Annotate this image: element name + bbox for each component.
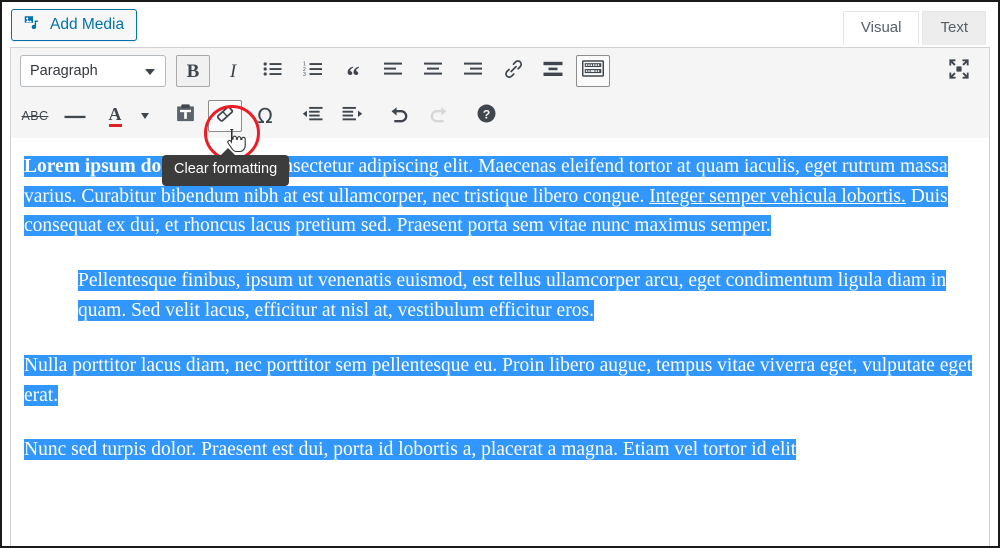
- paragraph-style-select[interactable]: Paragraph: [20, 55, 166, 87]
- text-color-icon: A: [108, 105, 122, 127]
- help-circle-icon: ?: [476, 103, 497, 129]
- increase-indent-button[interactable]: [335, 100, 369, 132]
- omega-icon: Ω: [257, 104, 273, 128]
- read-more-icon: [543, 61, 563, 82]
- editor-toolbar: Paragraph B I 1 2 3 “ ABC A Ω ?: [11, 48, 989, 139]
- editor-frame: Paragraph B I 1 2 3 “ ABC A Ω ? Lorem ip…: [10, 47, 990, 546]
- clipboard-paste-icon: [175, 103, 196, 129]
- selected-text-run: Nunc sed turpis dolor. Praesent est dui,…: [24, 439, 797, 461]
- bulleted-list-icon: [263, 61, 283, 82]
- read-more-button[interactable]: [536, 55, 570, 87]
- paragraph-style-value: Paragraph: [30, 63, 98, 79]
- post-body[interactable]: Lorem ipsum dolor sit amet, consectetur …: [24, 138, 976, 465]
- add-media-label: Add Media: [50, 16, 125, 34]
- distraction-free-writing-button[interactable]: [939, 54, 979, 88]
- align-center-icon: [423, 62, 443, 81]
- decrease-indent-button[interactable]: [295, 100, 329, 132]
- chevron-down-icon: [145, 69, 155, 75]
- undo-button[interactable]: [382, 100, 416, 132]
- outdent-icon: [302, 106, 323, 127]
- tab-text[interactable]: Text: [922, 11, 986, 45]
- text-color-dropdown-button[interactable]: [135, 100, 155, 132]
- toolbar-row-secondary: ABC A Ω ?: [11, 94, 989, 138]
- strikethrough-icon: ABC: [21, 109, 49, 123]
- tab-visual[interactable]: Visual: [842, 11, 920, 45]
- clear-formatting-tooltip: Clear formatting: [162, 148, 290, 186]
- align-right-button[interactable]: [456, 55, 490, 87]
- clear-formatting-button[interactable]: [208, 100, 242, 132]
- redo-arrow-icon: [428, 104, 450, 129]
- italic-button[interactable]: I: [216, 55, 250, 87]
- align-center-button[interactable]: [416, 55, 450, 87]
- text-color-button[interactable]: A: [98, 100, 132, 132]
- eraser-icon: [215, 104, 235, 129]
- add-media-button[interactable]: Add Media: [11, 9, 138, 41]
- italic-icon: I: [229, 60, 237, 82]
- horizontal-line-button[interactable]: [58, 100, 92, 132]
- inline-link-text[interactable]: Integer semper vehicula lobortis.: [649, 186, 906, 207]
- insert-link-button[interactable]: [496, 55, 530, 87]
- align-left-icon: [383, 62, 403, 81]
- toolbar-toggle-button[interactable]: [576, 55, 610, 87]
- selected-text-run: Pellentesque finibus, ipsum ut venenatis…: [78, 269, 947, 321]
- redo-button[interactable]: [422, 100, 456, 132]
- align-left-button[interactable]: [376, 55, 410, 87]
- bold-button[interactable]: B: [176, 55, 210, 87]
- editor-mode-tabs: Visual Text: [842, 11, 986, 45]
- numbered-list-button[interactable]: 1 2 3: [296, 55, 330, 87]
- chevron-down-icon: [141, 113, 149, 119]
- paragraph-3[interactable]: Nulla porttitor lacus diam, nec porttito…: [24, 351, 976, 410]
- svg-text:3: 3: [303, 72, 306, 77]
- svg-text:?: ?: [482, 107, 490, 121]
- editor-topbar: Add Media Visual Text: [2, 2, 998, 47]
- align-right-icon: [463, 62, 483, 81]
- toolbar-row-primary: Paragraph B I 1 2 3 “: [11, 48, 989, 94]
- blockquote-button[interactable]: “: [336, 55, 370, 91]
- link-icon: [503, 59, 524, 84]
- fullscreen-arrows-icon: [948, 58, 970, 85]
- special-character-button[interactable]: Ω: [248, 100, 282, 132]
- blockquote-icon: “: [346, 60, 360, 91]
- numbered-list-icon: 1 2 3: [303, 61, 324, 82]
- bold-icon: B: [186, 60, 200, 82]
- indent-icon: [342, 106, 363, 127]
- keyboard-shortcuts-button[interactable]: ?: [469, 100, 503, 132]
- horizontal-line-icon: [64, 107, 86, 125]
- bulleted-list-button[interactable]: [256, 55, 290, 87]
- paragraph-2[interactable]: Pellentesque finibus, ipsum ut venenatis…: [78, 266, 976, 325]
- undo-arrow-icon: [388, 104, 410, 129]
- paste-as-text-button[interactable]: [168, 100, 202, 132]
- editor-content-area[interactable]: Lorem ipsum dolor sit amet, consectetur …: [11, 138, 989, 546]
- classic-editor-window: Add Media Visual Text Paragraph B I 1 2 …: [0, 0, 1000, 548]
- strikethrough-button[interactable]: ABC: [18, 100, 52, 132]
- selected-text-run: Nulla porttitor lacus diam, nec porttito…: [24, 355, 973, 406]
- media-icon: [22, 14, 41, 36]
- keyboard-toolbar-icon: [582, 60, 604, 82]
- paragraph-4[interactable]: Nunc sed turpis dolor. Praesent est dui,…: [24, 435, 976, 465]
